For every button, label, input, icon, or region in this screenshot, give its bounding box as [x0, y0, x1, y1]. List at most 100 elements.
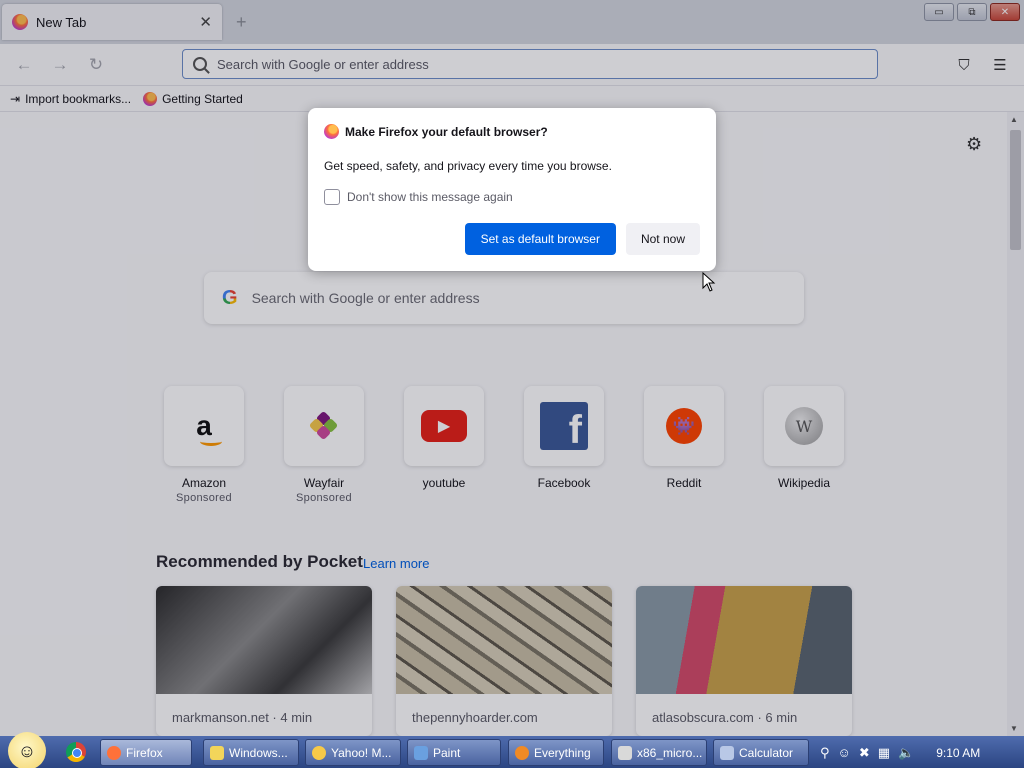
- task-label: Everything: [534, 745, 591, 760]
- checkbox-label: Don't show this message again: [347, 190, 513, 204]
- document-icon: [618, 745, 632, 760]
- top-site-label: Amazon: [181, 476, 227, 490]
- top-sites: a Amazon Sponsored Wayfair Sponsored ▶ y…: [164, 386, 844, 504]
- tab-new-tab[interactable]: New Tab ✕: [2, 4, 222, 40]
- address-input[interactable]: [217, 56, 817, 72]
- bookmark-label: Import bookmarks...: [25, 91, 132, 106]
- volume-icon[interactable]: 🔈: [898, 745, 914, 761]
- sponsored-label: Sponsored: [176, 492, 232, 504]
- taskbar: ☺ Firefox Windows... Yahoo! M... Paint E…: [0, 732, 1024, 768]
- wikipedia-icon: W: [785, 407, 823, 445]
- task-calculator[interactable]: Calculator: [713, 739, 809, 766]
- card-source: markmanson.net · 4 min: [172, 710, 313, 725]
- tab-strip: New Tab ✕ + ▭ ⧉ ✕: [0, 0, 1024, 44]
- top-site-label: youtube: [422, 476, 466, 490]
- dialog-title: Make Firefox your default browser?: [345, 124, 548, 139]
- task-label: Firefox: [126, 745, 163, 760]
- pocket-icon[interactable]: ⛉: [953, 54, 975, 76]
- firefox-icon: [324, 124, 339, 139]
- smiley-icon: ☺: [17, 740, 37, 761]
- search-icon: [193, 57, 207, 71]
- reddit-icon: 👾: [666, 408, 702, 444]
- task-everything[interactable]: Everything: [508, 739, 604, 766]
- set-default-browser-button[interactable]: Set as default browser: [464, 223, 616, 255]
- dialog-message: Get speed, safety, and privacy every tim…: [324, 159, 612, 173]
- firefox-icon: [107, 745, 121, 760]
- reload-button[interactable]: ↻: [84, 54, 108, 76]
- network-error-icon[interactable]: ✖: [859, 745, 870, 761]
- bookmark-import[interactable]: ⇥ Import bookmarks...: [10, 92, 131, 106]
- top-site-wikipedia[interactable]: W Wikipedia: [764, 386, 844, 504]
- dont-show-again-checkbox[interactable]: Don't show this message again: [324, 189, 700, 205]
- restore-button[interactable]: ⧉: [957, 3, 987, 21]
- facebook-icon: f: [540, 402, 588, 450]
- top-site-label: Reddit: [666, 476, 702, 490]
- task-label: Calculator: [739, 745, 794, 760]
- navigation-toolbar: ← → ↻ ⛉ ☰: [0, 44, 1024, 86]
- task-windows[interactable]: Windows...: [203, 739, 299, 766]
- pocket-cards: markmanson.net · 4 min thepennyhoarder.c…: [156, 586, 852, 736]
- sponsored-label: Sponsored: [296, 492, 352, 504]
- search-icon[interactable]: ⚲: [820, 745, 830, 761]
- top-site-reddit[interactable]: 👾 Reddit: [644, 386, 724, 504]
- top-site-youtube[interactable]: ▶ youtube: [404, 386, 484, 504]
- google-icon: G: [222, 286, 238, 309]
- system-tray: ⚲ ☺ ✖ ▦ 🔈 9:10 AM: [812, 739, 1024, 766]
- network-icon[interactable]: ▦: [878, 745, 890, 761]
- address-bar[interactable]: [182, 49, 878, 79]
- default-browser-dialog: Make Firefox your default browser? Get s…: [308, 108, 716, 271]
- task-label: Paint: [433, 745, 461, 760]
- smiley-tray-icon[interactable]: ☺: [838, 745, 851, 760]
- firefox-icon: [12, 14, 28, 30]
- card-thumbnail: [396, 586, 612, 694]
- start-button[interactable]: ☺: [8, 732, 46, 768]
- everything-search-icon: [515, 745, 529, 760]
- task-label: Yahoo! M...: [331, 745, 392, 760]
- scroll-up-icon[interactable]: ▲: [1010, 115, 1018, 124]
- top-site-label: Wikipedia: [777, 476, 831, 490]
- card-thumbnail: [636, 586, 852, 694]
- task-firefox[interactable]: Firefox: [100, 739, 192, 766]
- new-tab-button[interactable]: +: [236, 12, 247, 33]
- task-label: x86_micro...: [637, 745, 703, 760]
- pocket-card[interactable]: atlasobscura.com · 6 min: [636, 586, 852, 736]
- scroll-down-icon[interactable]: ▼: [1010, 724, 1018, 733]
- task-paint[interactable]: Paint: [407, 739, 501, 766]
- bookmark-getting-started[interactable]: Getting Started: [143, 91, 243, 106]
- back-button[interactable]: ←: [12, 54, 36, 76]
- page-scrollbar[interactable]: ▲ ▼: [1007, 112, 1024, 736]
- youtube-icon: ▶: [421, 410, 467, 442]
- pocket-card[interactable]: markmanson.net · 4 min: [156, 586, 372, 736]
- task-x86-micro[interactable]: x86_micro...: [611, 739, 707, 766]
- settings-gear-icon[interactable]: ⚙: [966, 134, 982, 155]
- tab-close-icon[interactable]: ✕: [199, 13, 212, 31]
- menu-icon[interactable]: ☰: [989, 54, 1011, 76]
- search-placeholder: Search with Google or enter address: [251, 290, 480, 306]
- clock[interactable]: 9:10 AM: [936, 746, 980, 760]
- tab-title: New Tab: [36, 14, 87, 30]
- top-site-facebook[interactable]: f Facebook: [524, 386, 604, 504]
- amazon-icon: a: [196, 410, 222, 446]
- minimize-button[interactable]: ▭: [924, 3, 954, 21]
- top-site-label: Facebook: [537, 476, 591, 490]
- card-thumbnail: [156, 586, 372, 694]
- learn-more-link[interactable]: Learn more: [363, 556, 429, 571]
- card-source: thepennyhoarder.com: [412, 710, 538, 725]
- paint-icon: [414, 745, 428, 760]
- checkbox-box[interactable]: [324, 189, 340, 205]
- task-yahoo-messenger[interactable]: Yahoo! M...: [305, 739, 401, 766]
- chrome-icon[interactable]: [66, 742, 86, 762]
- wayfair-icon: [308, 410, 339, 441]
- close-window-button[interactable]: ✕: [990, 3, 1020, 21]
- pocket-heading: Recommended by Pocket: [156, 552, 363, 571]
- top-site-wayfair[interactable]: Wayfair Sponsored: [284, 386, 364, 504]
- not-now-button[interactable]: Not now: [625, 223, 700, 255]
- bookmark-label: Getting Started: [162, 91, 243, 106]
- top-site-amazon[interactable]: a Amazon Sponsored: [164, 386, 244, 504]
- scrollbar-thumb[interactable]: [1010, 130, 1021, 250]
- folder-icon: [210, 745, 224, 760]
- pocket-card[interactable]: thepennyhoarder.com: [396, 586, 612, 736]
- calculator-icon: [720, 745, 734, 760]
- yahoo-messenger-icon: [312, 745, 326, 760]
- forward-button[interactable]: →: [48, 54, 72, 76]
